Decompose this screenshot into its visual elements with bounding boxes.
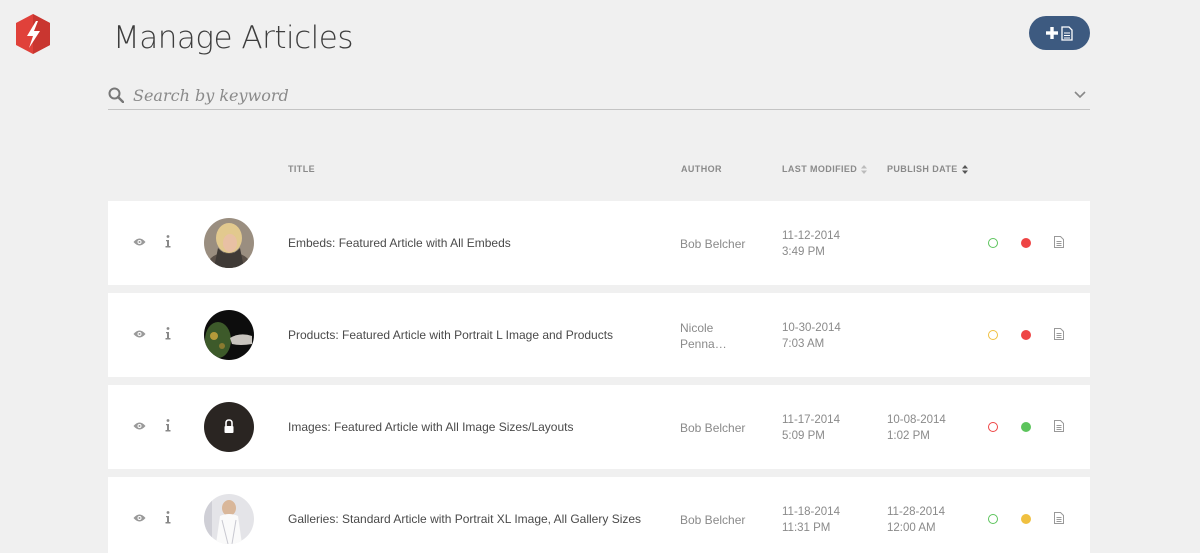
publish-time-value: 12:00 AM: [887, 522, 936, 534]
document-icon[interactable]: [1054, 512, 1064, 524]
chevron-down-icon[interactable]: [1074, 91, 1086, 99]
status-outline-indicator[interactable]: [988, 238, 998, 248]
column-header-last-modified[interactable]: LAST MODIFIED: [782, 164, 868, 174]
status-fill-indicator[interactable]: [1021, 330, 1031, 340]
publish-date: 10-08-2014 1:02 PM: [887, 412, 946, 444]
add-article-button[interactable]: [1029, 16, 1090, 50]
status-outline-indicator[interactable]: [988, 514, 998, 524]
column-header-title: TITLE: [288, 164, 315, 174]
info-icon[interactable]: [165, 327, 171, 340]
modified-time: 7:03 AM: [782, 338, 825, 350]
article-author: Bob Belcher: [680, 512, 760, 528]
status-outline-indicator[interactable]: [988, 330, 998, 340]
eye-icon[interactable]: [133, 421, 146, 431]
logo-icon[interactable]: [14, 13, 52, 55]
status-fill-indicator[interactable]: [1021, 422, 1031, 432]
article-title[interactable]: Products: Featured Article with Portrait…: [288, 328, 613, 342]
column-header-label: TITLE: [288, 164, 315, 174]
modified-time: 3:49 PM: [782, 246, 825, 258]
publish-date-value: 10-08-2014: [887, 414, 946, 426]
author-line: Bob Belcher: [680, 237, 746, 251]
info-icon[interactable]: [165, 511, 171, 524]
modified-date: 10-30-2014: [782, 322, 841, 334]
modified-time: 5:09 PM: [782, 430, 825, 442]
info-icon[interactable]: [165, 419, 171, 432]
page-title: Manage Articles: [113, 20, 354, 56]
eye-icon[interactable]: [133, 237, 146, 247]
column-header-author: AUTHOR: [681, 164, 722, 174]
table-row[interactable]: Embeds: Featured Article with All Embeds…: [108, 201, 1090, 285]
article-author: Bob Belcher: [680, 420, 760, 436]
publish-date: 11-28-2014 12:00 AM: [887, 504, 945, 536]
search-input[interactable]: [133, 82, 1033, 108]
article-title[interactable]: Galleries: Standard Article with Portrai…: [288, 512, 641, 526]
publish-time-value: 1:02 PM: [887, 430, 930, 442]
modified-time: 11:31 PM: [782, 522, 831, 534]
modified-date: 11-17-2014: [782, 414, 840, 426]
sort-icon: [861, 164, 868, 174]
table-row[interactable]: Products: Featured Article with Portrait…: [108, 293, 1090, 377]
author-line: Penna…: [680, 337, 727, 351]
last-modified: 10-30-2014 7:03 AM: [782, 320, 841, 352]
author-line: Nicole: [680, 321, 714, 335]
last-modified: 11-18-2014 11:31 PM: [782, 504, 840, 536]
document-icon[interactable]: [1054, 420, 1064, 432]
article-title[interactable]: Embeds: Featured Article with All Embeds: [288, 236, 511, 250]
search-icon: [108, 87, 124, 103]
last-modified: 11-17-2014 5:09 PM: [782, 412, 840, 444]
publish-date-value: 11-28-2014: [887, 506, 945, 518]
article-thumbnail: [204, 402, 254, 452]
sort-icon: [961, 164, 968, 174]
column-header-label: AUTHOR: [681, 164, 722, 174]
author-line: Bob Belcher: [680, 421, 746, 435]
table-row[interactable]: Galleries: Standard Article with Portrai…: [108, 477, 1090, 553]
article-thumbnail: [204, 310, 254, 360]
status-fill-indicator[interactable]: [1021, 238, 1031, 248]
status-fill-indicator[interactable]: [1021, 514, 1031, 524]
document-icon[interactable]: [1054, 328, 1064, 340]
eye-icon[interactable]: [133, 329, 146, 339]
column-header-publish-date[interactable]: PUBLISH DATE: [887, 164, 968, 174]
modified-date: 11-12-2014: [782, 230, 840, 242]
modified-date: 11-18-2014: [782, 506, 840, 518]
last-modified: 11-12-2014 3:49 PM: [782, 228, 840, 260]
table-row[interactable]: Images: Featured Article with All Image …: [108, 385, 1090, 469]
article-author: Nicole Penna…: [680, 320, 760, 352]
column-header-label: PUBLISH DATE: [887, 164, 958, 174]
article-thumbnail: [204, 494, 254, 544]
status-outline-indicator[interactable]: [988, 422, 998, 432]
eye-icon[interactable]: [133, 513, 146, 523]
author-line: Bob Belcher: [680, 513, 746, 527]
column-header-label: LAST MODIFIED: [782, 164, 858, 174]
article-title[interactable]: Images: Featured Article with All Image …: [288, 420, 573, 434]
article-author: Bob Belcher: [680, 236, 760, 252]
article-thumbnail: [204, 218, 254, 268]
document-icon: [1061, 25, 1073, 41]
info-icon[interactable]: [165, 235, 171, 248]
add-icon: [1046, 27, 1058, 39]
document-icon[interactable]: [1054, 236, 1064, 248]
search-bar: [108, 82, 1090, 110]
